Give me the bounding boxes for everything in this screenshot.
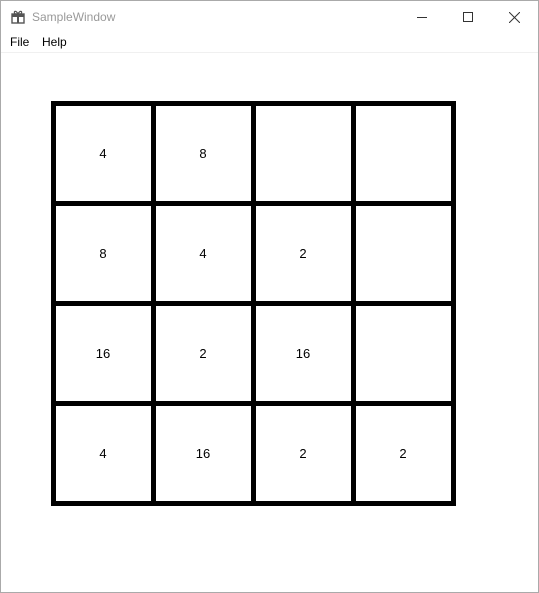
maximize-icon xyxy=(463,12,473,22)
board-tile xyxy=(353,303,453,403)
grid-line-horizontal xyxy=(51,101,456,106)
board-tile: 4 xyxy=(199,245,207,261)
board-tile: 8 xyxy=(199,145,207,161)
board-tile xyxy=(353,103,453,203)
minimize-button[interactable] xyxy=(399,1,445,33)
board-tile: 4 xyxy=(99,145,107,161)
board-tile xyxy=(253,103,353,203)
board-tile: 4 xyxy=(99,445,107,461)
grid-line-horizontal xyxy=(51,201,456,206)
app-window: SampleWindow File Help 4 8 8 4 2 16 2 16 4 16 2 2 xyxy=(0,0,539,593)
board-tile xyxy=(353,203,453,303)
game-board[interactable]: 4 8 8 4 2 16 2 16 4 16 2 2 xyxy=(51,101,456,506)
board-tile: 16 xyxy=(295,345,311,361)
window-title: SampleWindow xyxy=(32,10,116,24)
grid-line-horizontal xyxy=(51,401,456,406)
close-button[interactable] xyxy=(491,1,537,33)
board-tile: 2 xyxy=(199,345,207,361)
menu-bar: File Help xyxy=(1,33,538,53)
board-tile: 16 xyxy=(95,345,111,361)
grid-line-horizontal xyxy=(51,301,456,306)
title-bar[interactable]: SampleWindow xyxy=(1,1,538,33)
app-icon xyxy=(11,10,25,24)
grid-line-horizontal xyxy=(51,501,456,506)
menu-file[interactable]: File xyxy=(10,35,29,50)
menu-help[interactable]: Help xyxy=(42,35,67,50)
close-icon xyxy=(508,11,520,23)
board-tile: 16 xyxy=(195,445,211,461)
minimize-icon xyxy=(417,17,427,18)
board-tile: 8 xyxy=(99,245,107,261)
maximize-button[interactable] xyxy=(445,1,491,33)
board-tile: 2 xyxy=(399,445,407,461)
board-tile: 2 xyxy=(299,445,307,461)
board-tile: 2 xyxy=(299,245,307,261)
